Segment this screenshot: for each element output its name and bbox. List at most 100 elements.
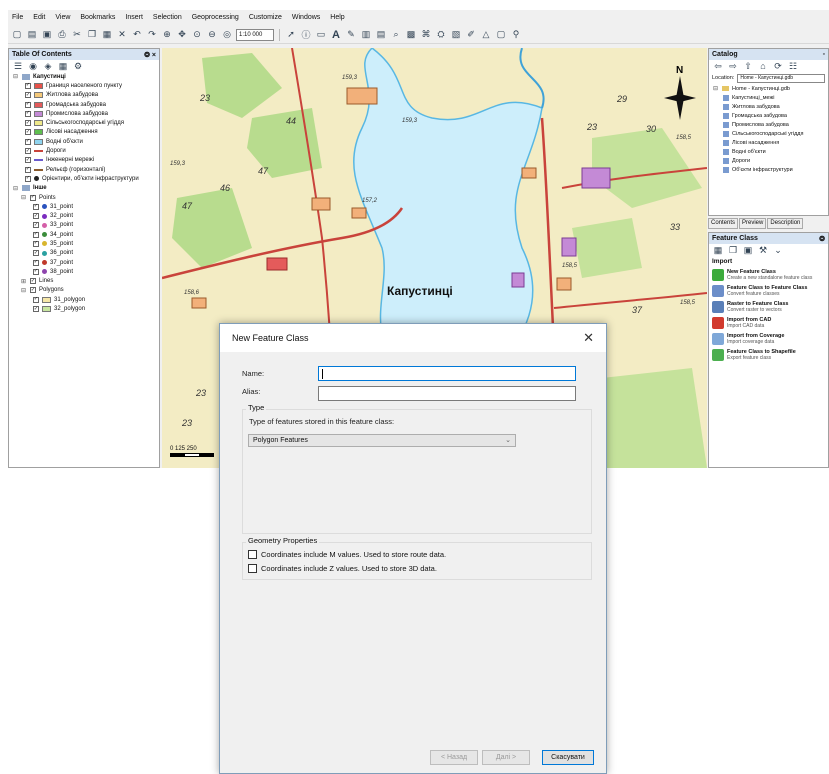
feature-class-tool[interactable]: Feature Class to Feature Class Convert fe… bbox=[709, 283, 828, 299]
toc-layer[interactable]: ✓ Лісові насадження bbox=[13, 128, 159, 137]
toc-layer[interactable]: ✓ 37_point bbox=[13, 258, 159, 267]
toc-layer[interactable]: ✓ 33_point bbox=[13, 221, 159, 230]
layer-visibility-checkbox[interactable]: ✓ bbox=[25, 148, 31, 155]
toc-layer[interactable]: ✓ Громадська забудова bbox=[13, 100, 159, 109]
toc-layer[interactable]: ✓ Промислова забудова bbox=[13, 109, 159, 118]
layer-visibility-checkbox[interactable]: ✓ bbox=[25, 101, 31, 108]
up-level-icon[interactable]: ⇧ bbox=[742, 60, 754, 72]
toc-layer[interactable]: ✓ Рельєф (горизонталі) bbox=[13, 165, 159, 174]
layer-visibility-checkbox[interactable]: ✓ bbox=[33, 203, 39, 210]
close-icon[interactable]: ✕ bbox=[583, 330, 594, 346]
list-by-source-icon[interactable]: ◉ bbox=[27, 60, 39, 72]
catalog-pin-icon[interactable]: ▫ bbox=[823, 51, 825, 58]
expand-icon[interactable]: ⊟ bbox=[13, 185, 19, 192]
model-builder-icon[interactable]: ⛭ bbox=[435, 29, 447, 41]
toc-layer[interactable]: ✓ 34_point bbox=[13, 230, 159, 239]
feature-class-tool[interactable]: Raster to Feature Class Convert raster to… bbox=[709, 299, 828, 315]
new-document-icon[interactable]: ▢ bbox=[11, 29, 23, 41]
catalog-item[interactable]: Лісові насадження bbox=[709, 138, 828, 147]
python-icon[interactable]: ⌘ bbox=[420, 29, 432, 41]
select-icon[interactable]: ➚ bbox=[285, 29, 297, 41]
tools-icon[interactable]: ⚒ bbox=[757, 244, 769, 256]
catalog-item[interactable]: Водні об'єкти bbox=[709, 147, 828, 156]
expand-icon[interactable]: ⊞ bbox=[21, 278, 27, 285]
menu-help[interactable]: Help bbox=[330, 14, 344, 21]
layer-visibility-checkbox[interactable]: ✓ bbox=[25, 138, 31, 145]
toc-layer[interactable]: ✓ Інженерні мережі bbox=[13, 156, 159, 165]
toolbox-icon[interactable]: ▩ bbox=[405, 29, 417, 41]
paste-icon[interactable]: ▦ bbox=[101, 29, 113, 41]
search-tool-icon[interactable]: ⌕ bbox=[390, 29, 402, 41]
toc-layer[interactable]: ✓ Границя населеного пункту bbox=[13, 81, 159, 90]
toc-sublayer-points[interactable]: ⊟ ✓ Points bbox=[13, 193, 159, 202]
name-input[interactable] bbox=[318, 366, 576, 381]
layer-visibility-checkbox[interactable]: ✓ bbox=[25, 110, 31, 117]
catalog-icon[interactable]: ▤ bbox=[375, 29, 387, 41]
toc-layer[interactable]: ✓ 36_point bbox=[13, 249, 159, 258]
text-tool-icon[interactable]: A bbox=[330, 29, 342, 41]
toc-layer[interactable]: ✓ 31_polygon bbox=[13, 295, 159, 304]
toc-layer[interactable]: ✓ Дороги bbox=[13, 146, 159, 155]
layer-visibility-checkbox[interactable]: ✓ bbox=[33, 231, 39, 238]
toc-layer[interactable]: ✓ Водні об'єкти bbox=[13, 137, 159, 146]
feature-class-tool[interactable]: Import from Coverage Import coverage data bbox=[709, 331, 828, 347]
toc-layer[interactable]: ✓ Сільськогосподарські угіддя bbox=[13, 118, 159, 127]
copy-tool-icon[interactable]: ❐ bbox=[727, 244, 739, 256]
layer-visibility-checkbox[interactable]: ✓ bbox=[25, 166, 31, 173]
layer-visibility-checkbox[interactable]: ✓ bbox=[33, 213, 39, 220]
expand-icon[interactable]: ⊟ bbox=[13, 73, 19, 80]
html-popup-icon[interactable]: ▢ bbox=[495, 29, 507, 41]
catalog-item[interactable]: Громадська забудова bbox=[709, 111, 828, 120]
location-field[interactable]: Home - Капустинці.gdb bbox=[737, 73, 825, 83]
toc-layer[interactable]: ✓ 38_point bbox=[13, 267, 159, 276]
map-scale-combo[interactable]: 1:10 000 bbox=[236, 28, 274, 41]
layer-visibility-checkbox[interactable]: ✓ bbox=[25, 175, 31, 182]
catalog-item[interactable]: Об'єкти інфраструктури bbox=[709, 165, 828, 174]
menu-view[interactable]: View bbox=[55, 14, 70, 21]
menu-insert[interactable]: Insert bbox=[125, 14, 143, 21]
back-icon[interactable]: ⇦ bbox=[712, 60, 724, 72]
feature-class-tool[interactable]: Import from CAD Import CAD data bbox=[709, 315, 828, 331]
more-icon[interactable]: ⌄ bbox=[772, 244, 784, 256]
layout-icon[interactable]: ▥ bbox=[360, 29, 372, 41]
tab-preview[interactable]: Preview bbox=[739, 218, 767, 229]
zoom-in-icon[interactable]: ⊙ bbox=[191, 29, 203, 41]
toc-layer[interactable]: ✓ Орієнтири, об'єкти інфраструктури bbox=[13, 174, 159, 183]
redo-icon[interactable]: ↷ bbox=[146, 29, 158, 41]
layer-visibility-checkbox[interactable]: ✓ bbox=[33, 222, 39, 229]
menu-geoprocessing[interactable]: Geoprocessing bbox=[192, 14, 239, 21]
grid-view-icon[interactable]: ▦ bbox=[712, 244, 724, 256]
menu-selection[interactable]: Selection bbox=[153, 14, 182, 21]
menu-file[interactable]: File bbox=[12, 14, 23, 21]
feature-class-tool[interactable]: Feature Class to Shapefile Export feature… bbox=[709, 347, 828, 363]
menu-customize[interactable]: Customize bbox=[249, 14, 282, 21]
catalog-item[interactable]: Промислова забудова bbox=[709, 120, 828, 129]
feature-type-dropdown[interactable]: Polygon Features ⌄ bbox=[248, 434, 516, 447]
expand-icon[interactable]: ⊟ bbox=[21, 194, 27, 201]
layer-visibility-checkbox[interactable]: ✓ bbox=[33, 306, 39, 313]
refresh-icon[interactable]: ⟳ bbox=[772, 60, 784, 72]
catalog-item[interactable]: Капустинці_межі bbox=[709, 93, 828, 102]
tab-contents[interactable]: Contents bbox=[708, 218, 739, 229]
menu-windows[interactable]: Windows bbox=[292, 14, 320, 21]
next-button[interactable]: Далі > bbox=[482, 750, 530, 765]
list-by-visibility-icon[interactable]: ◈ bbox=[42, 60, 54, 72]
catalog-item[interactable]: Сільськогосподарські угіддя bbox=[709, 129, 828, 138]
toc-layer[interactable]: ✓ 35_point bbox=[13, 239, 159, 248]
cancel-button[interactable]: Скасувати bbox=[542, 750, 594, 765]
home-folder-icon[interactable]: ⌂ bbox=[757, 60, 769, 72]
pan-icon[interactable]: ✥ bbox=[176, 29, 188, 41]
feature-class-pin[interactable]: ❂ bbox=[819, 235, 825, 243]
toc-sublayer-polygons[interactable]: ⊟ ✓ Polygons bbox=[13, 286, 159, 295]
catalog-item[interactable]: Житлова забудова bbox=[709, 102, 828, 111]
layer-visibility-checkbox[interactable]: ✓ bbox=[33, 240, 39, 247]
identify-icon[interactable]: ⓘ bbox=[300, 29, 312, 41]
alias-input[interactable] bbox=[318, 386, 576, 401]
toc-group-other[interactable]: ⊟ Інше bbox=[13, 184, 159, 193]
list-by-drawing-order-icon[interactable]: ☰ bbox=[12, 60, 24, 72]
menu-bookmarks[interactable]: Bookmarks bbox=[80, 14, 115, 21]
z-values-checkbox-row[interactable]: Coordinates include Z values. Used to st… bbox=[248, 564, 437, 573]
zoom-out-icon[interactable]: ⊖ bbox=[206, 29, 218, 41]
new-item-icon[interactable]: ▣ bbox=[742, 244, 754, 256]
toc-sublayer-lines[interactable]: ⊞ ✓ Lines bbox=[13, 277, 159, 286]
